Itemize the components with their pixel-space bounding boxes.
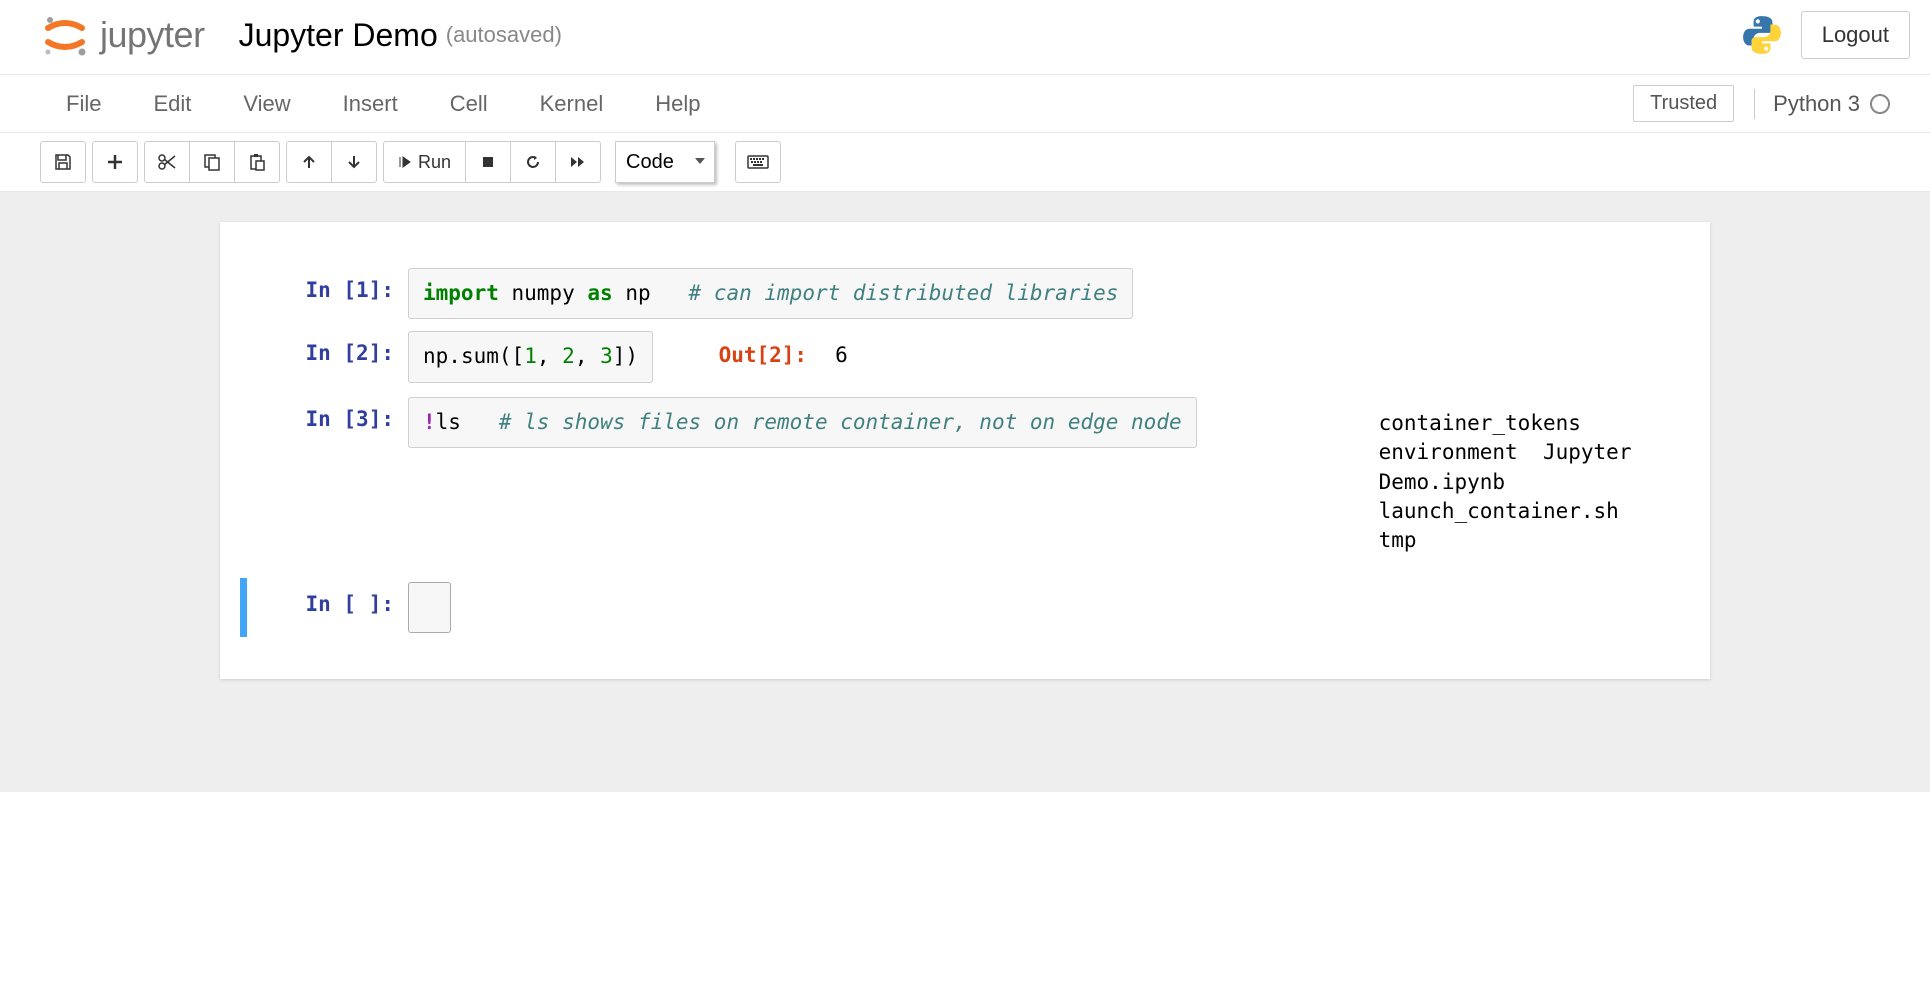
input-prompt: In [ ]: bbox=[240, 582, 408, 633]
code-cell[interactable]: In [1]:import numpy as np # can import d… bbox=[240, 262, 1690, 325]
run-icon bbox=[398, 155, 412, 169]
move-down-button[interactable] bbox=[331, 141, 377, 183]
code-cell[interactable]: In [3]:!ls # ls shows files on remote co… bbox=[240, 391, 1690, 576]
run-label: Run bbox=[418, 152, 451, 173]
toolbar: Run Code bbox=[0, 133, 1930, 192]
copy-button[interactable] bbox=[189, 141, 235, 183]
input-prompt: In [1]: bbox=[240, 268, 408, 319]
kernel-idle-icon bbox=[1870, 94, 1890, 114]
menu-cell[interactable]: Cell bbox=[424, 77, 514, 131]
cell-body: np.sum([1, 2, 3]) bbox=[408, 331, 653, 384]
add-cell-button[interactable] bbox=[92, 141, 138, 183]
command-palette-button[interactable] bbox=[735, 141, 781, 183]
code-input[interactable]: !ls # ls shows files on remote container… bbox=[408, 397, 1197, 448]
run-button[interactable]: Run bbox=[383, 141, 466, 183]
logout-button[interactable]: Logout bbox=[1801, 11, 1910, 59]
code-input[interactable] bbox=[408, 582, 451, 633]
logo-text: jupyter bbox=[100, 14, 205, 56]
code-input[interactable]: np.sum([1, 2, 3]) bbox=[408, 331, 653, 382]
paste-button[interactable] bbox=[234, 141, 280, 183]
notebook-name[interactable]: Jupyter Demo bbox=[239, 17, 438, 54]
kernel-name: Python 3 bbox=[1773, 91, 1860, 117]
keyboard-icon bbox=[747, 155, 769, 169]
python-logo-icon bbox=[1741, 14, 1783, 56]
arrow-down-icon bbox=[346, 154, 362, 170]
restart-icon bbox=[525, 154, 541, 170]
cell-body: !ls # ls shows files on remote container… bbox=[408, 397, 1197, 570]
restart-run-all-button[interactable] bbox=[555, 141, 601, 183]
output-result: 6 bbox=[821, 333, 862, 374]
fast-forward-icon bbox=[570, 155, 586, 169]
code-cell[interactable]: In [ ]: bbox=[240, 576, 1690, 639]
menu-insert[interactable]: Insert bbox=[317, 77, 424, 131]
paste-icon bbox=[248, 153, 266, 171]
menubar: File Edit View Insert Cell Kernel Help T… bbox=[0, 75, 1930, 133]
arrow-up-icon bbox=[301, 154, 317, 170]
menu-kernel[interactable]: Kernel bbox=[514, 77, 630, 131]
jupyter-logo-icon bbox=[40, 10, 90, 60]
output-stream: container_tokens environment Jupyter Dem… bbox=[1365, 399, 1690, 560]
menu-file[interactable]: File bbox=[40, 77, 127, 131]
plus-icon bbox=[106, 153, 124, 171]
trusted-button[interactable]: Trusted bbox=[1633, 85, 1734, 122]
input-prompt: In [3]: bbox=[240, 397, 408, 570]
code-cell[interactable]: In [2]:np.sum([1, 2, 3])Out[2]:6 bbox=[240, 325, 1690, 390]
notebook-container: In [1]:import numpy as np # can import d… bbox=[220, 222, 1710, 679]
interrupt-button[interactable] bbox=[465, 141, 511, 183]
scissors-icon bbox=[157, 153, 177, 171]
autosave-status: (autosaved) bbox=[446, 22, 562, 48]
menu-help[interactable]: Help bbox=[629, 77, 726, 131]
notebook-area: In [1]:import numpy as np # can import d… bbox=[0, 192, 1930, 792]
stop-icon bbox=[481, 155, 495, 169]
cell-type-select[interactable]: Code bbox=[615, 141, 715, 183]
restart-button[interactable] bbox=[510, 141, 556, 183]
menu-view[interactable]: View bbox=[217, 77, 316, 131]
jupyter-logo[interactable]: jupyter bbox=[40, 10, 205, 60]
output-prompt: Out[2]: bbox=[653, 333, 821, 374]
cell-body: import numpy as np # can import distribu… bbox=[408, 268, 1133, 319]
save-icon bbox=[54, 153, 72, 171]
code-input[interactable]: import numpy as np # can import distribu… bbox=[408, 268, 1133, 319]
cut-button[interactable] bbox=[144, 141, 190, 183]
menu-edit[interactable]: Edit bbox=[127, 77, 217, 131]
cell-body bbox=[408, 582, 451, 633]
input-prompt: In [2]: bbox=[240, 331, 408, 384]
copy-icon bbox=[203, 153, 221, 171]
kernel-indicator[interactable]: Python 3 bbox=[1754, 89, 1890, 119]
header: jupyter Jupyter Demo (autosaved) Logout bbox=[0, 0, 1930, 75]
save-button[interactable] bbox=[40, 141, 86, 183]
move-up-button[interactable] bbox=[286, 141, 332, 183]
